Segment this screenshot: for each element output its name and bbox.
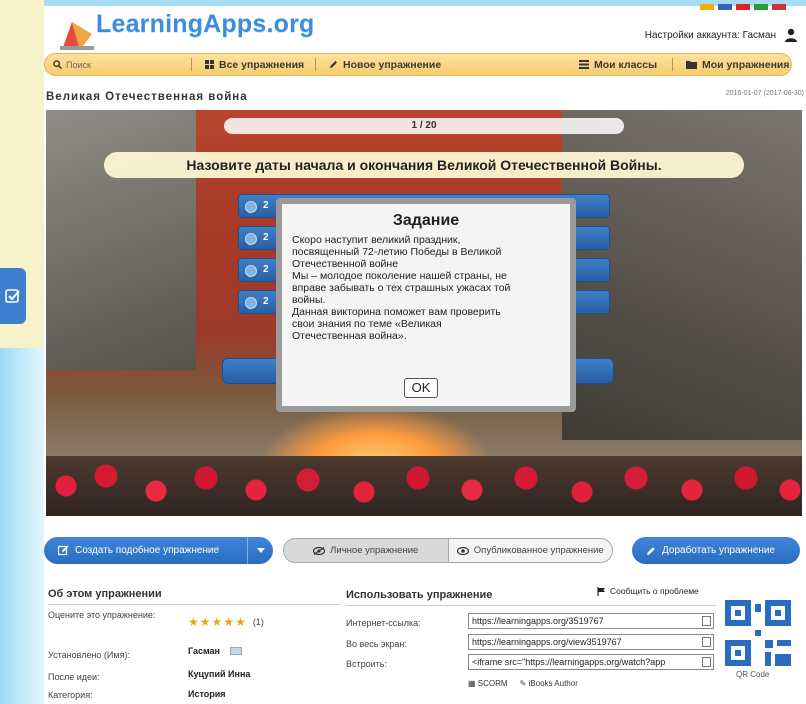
embed-field[interactable]: <iframe src="https://learningapps.org/wa… bbox=[468, 654, 714, 670]
category-value[interactable]: История bbox=[188, 689, 226, 699]
about-heading: Об этом упражнении bbox=[48, 588, 162, 600]
account-label[interactable]: Настройки аккаунта: Гасман bbox=[645, 30, 776, 41]
eye-off-icon bbox=[313, 546, 326, 555]
rate-label: Оцените это упражнение: bbox=[48, 610, 156, 620]
nav-divider bbox=[315, 58, 316, 71]
stage-image-left bbox=[46, 110, 196, 370]
star-icon[interactable]: ★ bbox=[200, 615, 211, 629]
link-field[interactable]: https://learningapps.org/3519767 bbox=[468, 613, 714, 629]
checkbox-badge[interactable] bbox=[0, 268, 26, 324]
nav-divider bbox=[672, 58, 673, 71]
page-background-left-blue bbox=[0, 348, 44, 704]
page-title: Великая Отечественная война bbox=[46, 91, 248, 103]
copy-icon[interactable] bbox=[702, 657, 711, 667]
flowers bbox=[46, 456, 802, 516]
create-similar-button[interactable]: Создать подобное упражнение bbox=[44, 537, 273, 564]
flag-icon[interactable] bbox=[754, 4, 768, 10]
author-value[interactable]: Гасман bbox=[188, 646, 220, 656]
question-counter: 1 / 20 bbox=[224, 118, 624, 134]
author-label: Установлено (Имя): bbox=[48, 650, 130, 660]
star-icon[interactable]: ★ bbox=[223, 615, 234, 629]
copy-icon[interactable] bbox=[702, 616, 711, 626]
section-divider bbox=[48, 604, 340, 605]
visibility-toggle: Личное упражнение Опубликованное упражне… bbox=[283, 538, 613, 563]
search-icon bbox=[53, 60, 62, 69]
flag-icon[interactable] bbox=[700, 4, 714, 10]
dropdown-toggle[interactable] bbox=[247, 537, 273, 564]
logo-icon bbox=[60, 22, 94, 50]
pencil-icon bbox=[330, 61, 337, 68]
nav-bar: Поиск Все упражнения Новое упражнение Мо… bbox=[44, 53, 792, 76]
improve-exercise-button[interactable]: Доработать упражнение bbox=[632, 537, 800, 564]
qr-code-icon[interactable] bbox=[725, 600, 791, 666]
user-icon[interactable] bbox=[784, 28, 798, 42]
scorm-link[interactable]: ▦ SCORM bbox=[468, 679, 508, 688]
export-options: ▦ SCORM ✎ iBooks Author bbox=[468, 679, 578, 688]
report-problem-link[interactable]: Сообщить о проблеме bbox=[597, 586, 699, 596]
main-area: LearningApps.org Настройки аккаунта: Гас… bbox=[44, 4, 806, 704]
dialog-text: Скоро наступит великий праздник, посвяще… bbox=[292, 234, 511, 342]
search-box[interactable]: Поиск bbox=[45, 54, 185, 75]
radio-icon bbox=[245, 297, 257, 309]
question-text: Назовите даты начала и окончания Великой… bbox=[104, 152, 744, 178]
pencil-icon bbox=[647, 546, 655, 555]
ibooks-link[interactable]: ✎ iBooks Author bbox=[520, 679, 578, 688]
fullscreen-label: Во весь экран: bbox=[346, 639, 407, 649]
flag-icon[interactable] bbox=[736, 4, 750, 10]
section-divider bbox=[346, 605, 716, 606]
account-settings[interactable]: Настройки аккаунта: Гасман bbox=[645, 28, 798, 42]
logo[interactable]: LearningApps.org bbox=[58, 6, 318, 54]
flag-icon bbox=[230, 647, 242, 655]
logo-text: LearningApps.org bbox=[96, 10, 315, 38]
copy-icon[interactable] bbox=[702, 637, 711, 647]
star-icon[interactable]: ★ bbox=[235, 615, 246, 629]
flag-icon[interactable] bbox=[718, 4, 732, 10]
radio-icon bbox=[245, 201, 257, 213]
list-icon bbox=[579, 60, 589, 69]
radio-icon bbox=[245, 265, 257, 277]
flag-icon bbox=[597, 586, 605, 596]
search-input[interactable]: Поиск bbox=[66, 60, 91, 70]
task-dialog: Задание Скоро наступит великий праздник,… bbox=[276, 198, 576, 412]
grid-icon bbox=[205, 60, 214, 69]
nav-all-exercises[interactable]: Все упражнения bbox=[205, 54, 304, 75]
rating-count: (1) bbox=[252, 617, 264, 627]
folder-icon bbox=[686, 61, 697, 69]
chevron-down-icon bbox=[256, 548, 265, 553]
flag-icon[interactable] bbox=[772, 4, 786, 10]
nav-divider bbox=[191, 58, 192, 71]
link-label: Интернет-ссылка: bbox=[346, 618, 421, 628]
dialog-title: Задание bbox=[392, 212, 460, 229]
category-label: Категория: bbox=[48, 690, 93, 700]
exercise-stage: 1 / 20 Назовите даты начала и окончания … bbox=[46, 110, 802, 516]
eye-icon bbox=[456, 546, 469, 555]
nav-my-classes[interactable]: Мои классы bbox=[579, 54, 657, 75]
radio-icon bbox=[245, 233, 257, 245]
star-icon[interactable]: ★ bbox=[212, 615, 223, 629]
idea-label: После идеи: bbox=[48, 672, 100, 682]
qr-code-label: QR Code bbox=[736, 670, 770, 679]
star-icon[interactable]: ★ bbox=[188, 615, 199, 629]
rating-stars[interactable]: ★ ★ ★ ★ ★ (1) bbox=[188, 615, 264, 629]
exercise-date: 2016-01-07 (2017-06-30) bbox=[725, 90, 804, 97]
edit-icon bbox=[58, 545, 69, 556]
embed-label: Встроить: bbox=[346, 659, 387, 669]
fullscreen-field[interactable]: https://learningapps.org/view3519767 bbox=[468, 634, 714, 650]
ok-button[interactable]: OK bbox=[404, 378, 438, 398]
private-exercise-toggle[interactable]: Личное упражнение bbox=[284, 539, 448, 562]
check-icon bbox=[5, 289, 20, 303]
nav-my-exercises[interactable]: Мои упражнения bbox=[686, 54, 790, 75]
nav-new-exercise[interactable]: Новое упражнение bbox=[329, 54, 441, 75]
published-exercise-toggle[interactable]: Опубликованное упражнение bbox=[449, 539, 613, 562]
use-heading: Использовать упражнение bbox=[346, 589, 493, 601]
language-flags[interactable] bbox=[700, 4, 786, 10]
idea-value[interactable]: Куцупий Инна bbox=[188, 669, 250, 679]
